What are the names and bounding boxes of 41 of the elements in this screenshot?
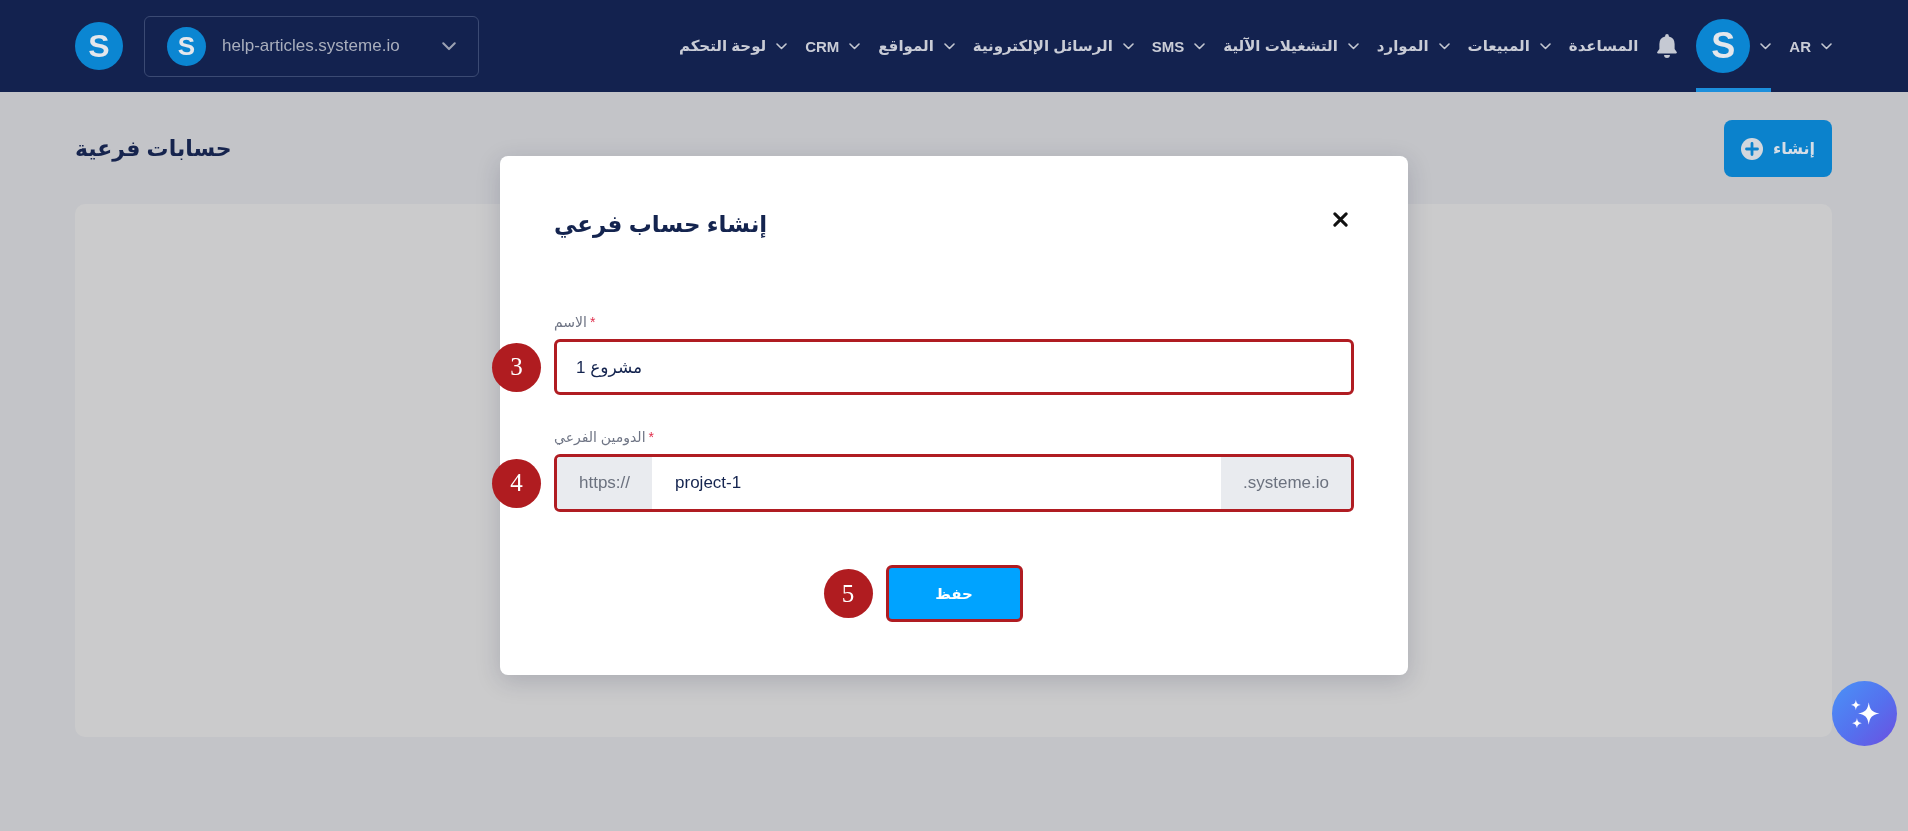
close-button[interactable]	[1333, 212, 1348, 227]
required-marker: *	[648, 429, 654, 445]
url-prefix-addon: https://	[557, 457, 653, 509]
nav-menu-item[interactable]: SMS	[1151, 0, 1206, 92]
chevron-down-icon	[1760, 42, 1772, 50]
close-icon	[1333, 212, 1348, 227]
workspace-selector[interactable]: S help-articles.systeme.io	[144, 15, 479, 77]
chevron-down-icon	[1122, 42, 1134, 50]
chevron-down-icon	[1539, 42, 1551, 50]
chevron-down-icon	[1194, 42, 1206, 50]
chevron-down-icon	[442, 41, 456, 51]
nav-menu-item[interactable]: التشغيلات الآلية	[1223, 0, 1359, 92]
page-title: حسابات فرعية	[75, 135, 232, 162]
avatar: S	[1696, 19, 1751, 73]
chevron-down-icon	[849, 42, 861, 50]
language-selector[interactable]: AR	[1789, 0, 1832, 92]
step-marker: 3	[492, 342, 541, 392]
nav-link[interactable]: المساعدة	[1568, 0, 1639, 92]
required-marker: *	[589, 314, 596, 330]
chevron-down-icon	[776, 42, 788, 50]
name-input[interactable]: مشروع 1	[554, 339, 1354, 395]
step-marker: 5	[823, 569, 873, 618]
nav-menu-item[interactable]: الرسائل الإلكترونية	[972, 0, 1134, 92]
nav-menu-item[interactable]: لوحة التحكم	[678, 0, 788, 92]
chevron-down-icon	[1821, 42, 1832, 50]
plus-circle-icon	[1741, 137, 1763, 160]
chevron-down-icon	[1438, 42, 1450, 50]
bell-icon	[1656, 34, 1679, 58]
nav-menu-item[interactable]: المبيعات	[1467, 0, 1551, 92]
chevron-down-icon	[1347, 42, 1359, 50]
nav-menu-item[interactable]: الموارد	[1376, 0, 1450, 92]
step-marker: 4	[492, 458, 541, 508]
domain-suffix-addon: .systeme.io	[1221, 457, 1351, 509]
field-label: الاسم	[554, 314, 587, 330]
field-label: الدومين الفرعي	[554, 429, 646, 445]
nav-menu-item[interactable]: CRM	[805, 0, 861, 92]
workspace-logo: S	[167, 26, 206, 66]
nav-menu-item[interactable]: المواقع	[878, 0, 955, 92]
chevron-down-icon	[943, 42, 955, 50]
subdomain-field[interactable]: https:// project-1 .systeme.io	[554, 454, 1354, 512]
dialog-title: إنشاء حساب فرعي	[554, 210, 768, 240]
